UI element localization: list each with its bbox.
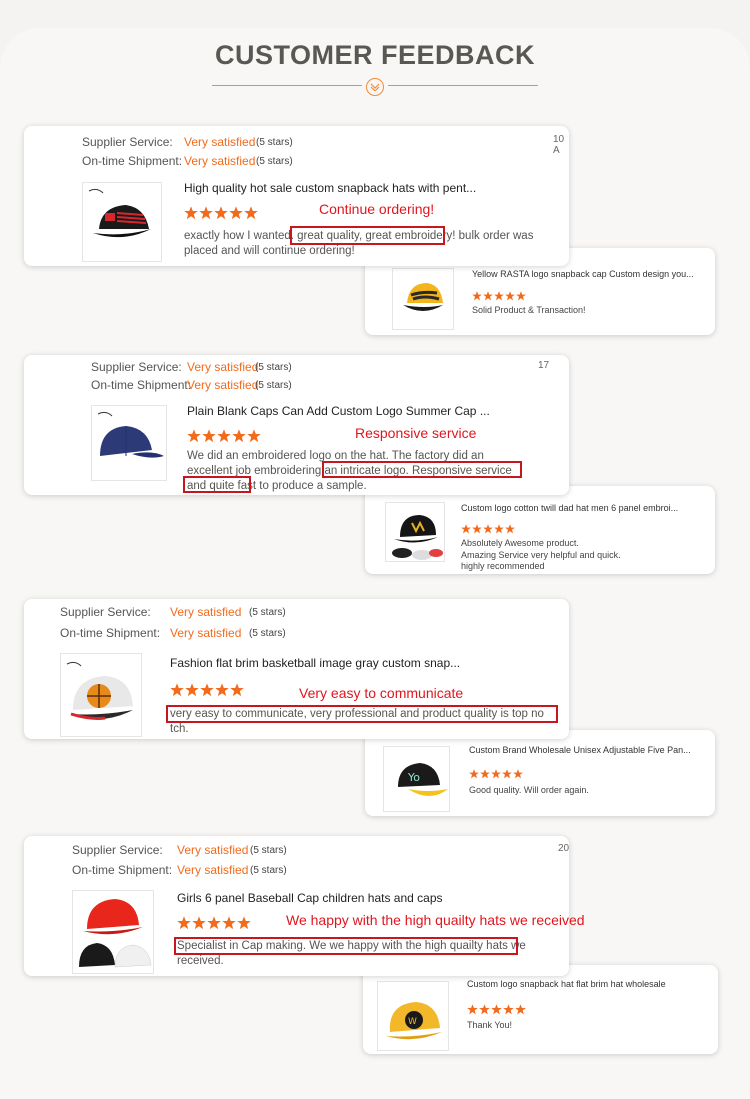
product-title[interactable]: Plain Blank Caps Can Add Custom Logo Sum… <box>187 404 490 418</box>
sub-review-card: Custom logo cotton twill dad hat men 6 p… <box>365 486 715 574</box>
cap-image <box>88 188 151 238</box>
annotation-label: We happy with the high quailty hats we r… <box>286 912 585 928</box>
product-thumbnail[interactable]: W <box>377 981 449 1051</box>
review-card: Supplier Service: Very satisfied (5 star… <box>24 599 569 739</box>
review-date: 10 A <box>553 134 565 156</box>
supplier-service-stars: (5 stars) <box>249 607 286 618</box>
ontime-shipment-value: Very satisfied <box>170 626 242 640</box>
cap-image <box>79 899 152 968</box>
ontime-shipment-stars: (5 stars) <box>256 156 293 167</box>
highlight-box <box>322 461 522 478</box>
chevron-down-icon <box>366 78 384 96</box>
supplier-service-value: Very satisfied <box>184 135 256 149</box>
product-thumbnail[interactable] <box>72 890 154 974</box>
review-date: 20 <box>558 843 570 854</box>
cap-image <box>97 411 164 458</box>
ontime-shipment-value: Very satisfied <box>177 863 249 877</box>
comment-text: tch. <box>170 723 189 735</box>
supplier-service-label: Supplier Service: <box>82 135 173 149</box>
header-divider-right <box>388 85 538 86</box>
cap-image <box>403 283 443 311</box>
highlight-box <box>183 476 251 493</box>
highlight-box <box>166 705 558 723</box>
svg-text:Yo: Yo <box>407 771 420 784</box>
product-thumbnail[interactable] <box>91 405 167 481</box>
annotation-label: Continue ordering! <box>319 201 435 217</box>
sub-star-rating <box>469 766 524 780</box>
supplier-service-value: Very satisfied <box>170 605 242 619</box>
supplier-service-label: Supplier Service: <box>60 605 151 619</box>
ontime-shipment-label: On-time Shipment: <box>60 626 161 640</box>
product-title[interactable]: High quality hot sale custom snapback ha… <box>184 181 476 195</box>
annotation-label: Responsive service <box>355 425 477 441</box>
ontime-shipment-stars: (5 stars) <box>250 865 287 876</box>
product-thumbnail[interactable]: Yo <box>383 746 450 812</box>
sub-review-text: Absolutely Awesome product. Amazing Serv… <box>461 538 621 571</box>
review-card: Supplier Service: Very satisfied (5 star… <box>24 126 569 266</box>
comment-text: exactly how I wanted. <box>184 230 298 242</box>
supplier-service-value: Very satisfied <box>187 360 259 374</box>
product-thumbnail[interactable] <box>82 182 162 262</box>
product-thumbnail[interactable] <box>385 502 445 562</box>
ontime-shipment-label: On-time Shipment: <box>72 863 173 877</box>
supplier-service-stars: (5 stars) <box>256 137 293 148</box>
review-card: Supplier Service: Very satisfied (5 star… <box>24 355 569 495</box>
star-rating <box>184 206 259 220</box>
product-thumbnail[interactable] <box>392 268 454 330</box>
supplier-service-stars: (5 stars) <box>250 845 287 856</box>
supplier-service-label: Supplier Service: <box>72 843 163 857</box>
page-title: CUSTOMER FEEDBACK <box>214 40 535 70</box>
sub-star-rating <box>467 1002 527 1016</box>
ontime-shipment-value: Very satisfied <box>187 378 259 392</box>
svg-text:W: W <box>408 1017 417 1027</box>
sub-review-card: W Custom logo snapback hat flat brim hat… <box>363 965 718 1054</box>
cap-image: W <box>386 1002 442 1040</box>
sub-review-text: Solid Product & Transaction! <box>472 305 586 315</box>
highlight-box <box>290 226 445 245</box>
star-rating <box>177 916 252 930</box>
sub-review-card: Yo Custom Brand Wholesale Unisex Adjusta… <box>365 730 715 816</box>
cap-image <box>66 661 133 720</box>
comment-text: received. <box>177 955 224 967</box>
star-rating <box>187 429 262 443</box>
sub-product-title[interactable]: Custom logo snapback hat flat brim hat w… <box>467 979 666 989</box>
cap-image: Yo <box>398 763 448 796</box>
sub-product-title[interactable]: Custom Brand Wholesale Unisex Adjustable… <box>469 745 691 755</box>
ontime-shipment-stars: (5 stars) <box>255 380 292 391</box>
supplier-service-stars: (5 stars) <box>255 362 292 373</box>
sub-product-title[interactable]: Yellow RASTA logo snapback cap Custom de… <box>472 269 694 279</box>
highlight-box <box>174 937 518 955</box>
ontime-shipment-stars: (5 stars) <box>249 628 286 639</box>
header-divider-left <box>212 85 362 86</box>
product-thumbnail[interactable] <box>60 653 142 737</box>
review-card: Supplier Service: Very satisfied (5 star… <box>24 836 585 976</box>
supplier-service-label: Supplier Service: <box>91 360 182 374</box>
product-title[interactable]: Girls 6 panel Baseball Cap children hats… <box>177 891 443 905</box>
sub-product-title[interactable]: Custom logo cotton twill dad hat men 6 p… <box>461 503 678 513</box>
sub-star-rating <box>461 521 516 535</box>
cap-image <box>392 515 443 560</box>
ontime-shipment-label: On-time Shipment: <box>91 378 192 392</box>
review-date: 17 <box>538 360 550 371</box>
annotation-label: Very easy to communicate <box>299 685 464 701</box>
sub-review-text: Thank You! <box>467 1020 513 1030</box>
product-title[interactable]: Fashion flat brim basketball image gray … <box>170 656 460 670</box>
ontime-shipment-label: On-time Shipment: <box>82 154 183 168</box>
star-rating <box>170 683 245 697</box>
sub-star-rating <box>472 288 527 302</box>
sub-review-text: Good quality. Will order again. <box>469 785 589 795</box>
ontime-shipment-value: Very satisfied <box>184 154 256 168</box>
supplier-service-value: Very satisfied <box>177 843 249 857</box>
